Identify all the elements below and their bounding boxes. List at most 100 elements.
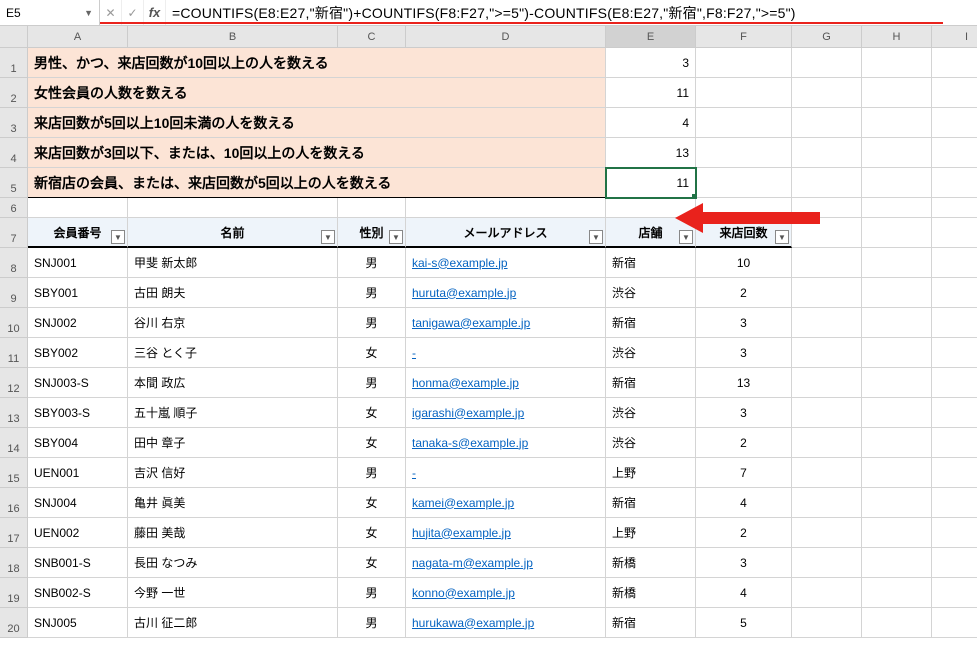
email-link[interactable]: honma@example.jp bbox=[412, 376, 519, 390]
cell[interactable]: 三谷 とく子 bbox=[128, 338, 338, 368]
cell[interactable]: UEN001 bbox=[28, 458, 128, 488]
cell[interactable]: 3 bbox=[696, 548, 792, 578]
cell[interactable]: 11 bbox=[606, 168, 696, 198]
cell[interactable]: UEN002 bbox=[28, 518, 128, 548]
email-link[interactable]: - bbox=[412, 346, 416, 360]
cell[interactable] bbox=[792, 548, 862, 578]
cell[interactable] bbox=[696, 198, 792, 218]
cell[interactable] bbox=[862, 368, 932, 398]
cell[interactable] bbox=[932, 458, 977, 488]
cell[interactable] bbox=[862, 578, 932, 608]
cell[interactable] bbox=[792, 198, 862, 218]
cell[interactable] bbox=[792, 608, 862, 638]
col-header[interactable]: F bbox=[696, 26, 792, 48]
cell[interactable] bbox=[696, 168, 792, 198]
cell[interactable]: 本間 政広 bbox=[128, 368, 338, 398]
cell[interactable] bbox=[696, 108, 792, 138]
col-header[interactable]: A bbox=[28, 26, 128, 48]
cell[interactable]: 新宿 bbox=[606, 308, 696, 338]
cell[interactable] bbox=[792, 308, 862, 338]
cell[interactable] bbox=[862, 248, 932, 278]
cell[interactable] bbox=[932, 428, 977, 458]
cell[interactable]: 来店回数▼ bbox=[696, 218, 792, 248]
row-header[interactable]: 19 bbox=[0, 578, 27, 608]
cell[interactable] bbox=[862, 168, 932, 198]
cell[interactable]: 3 bbox=[696, 308, 792, 338]
cell[interactable]: SBY003-S bbox=[28, 398, 128, 428]
col-header[interactable]: G bbox=[792, 26, 862, 48]
cell[interactable] bbox=[862, 428, 932, 458]
row-header[interactable]: 2 bbox=[0, 78, 27, 108]
cell[interactable]: huruta@example.jp bbox=[406, 278, 606, 308]
cell[interactable]: 11 bbox=[606, 78, 696, 108]
cell[interactable] bbox=[862, 78, 932, 108]
cell[interactable] bbox=[792, 248, 862, 278]
cell[interactable]: 7 bbox=[696, 458, 792, 488]
cell[interactable]: 女 bbox=[338, 338, 406, 368]
cell[interactable] bbox=[128, 198, 338, 218]
email-link[interactable]: - bbox=[412, 466, 416, 480]
cell[interactable] bbox=[932, 518, 977, 548]
cell[interactable]: 会員番号▼ bbox=[28, 218, 128, 248]
cell[interactable] bbox=[862, 518, 932, 548]
cell[interactable]: 新宿 bbox=[606, 608, 696, 638]
cell[interactable] bbox=[696, 48, 792, 78]
name-box[interactable]: E5 ▼ bbox=[0, 0, 100, 25]
cell[interactable]: igarashi@example.jp bbox=[406, 398, 606, 428]
cell[interactable]: 男 bbox=[338, 578, 406, 608]
cell[interactable]: SNB002-S bbox=[28, 578, 128, 608]
filter-dropdown-icon[interactable]: ▼ bbox=[679, 230, 693, 244]
cell[interactable]: 藤田 美哉 bbox=[128, 518, 338, 548]
col-header[interactable]: D bbox=[406, 26, 606, 48]
cell[interactable]: kamei@example.jp bbox=[406, 488, 606, 518]
formula-input[interactable]: =COUNTIFS(E8:E27,"新宿")+COUNTIFS(F8:F27,"… bbox=[166, 1, 977, 25]
email-link[interactable]: nagata-m@example.jp bbox=[412, 556, 533, 570]
cell[interactable]: 上野 bbox=[606, 518, 696, 548]
cell[interactable]: 男 bbox=[338, 608, 406, 638]
cell[interactable]: hurukawa@example.jp bbox=[406, 608, 606, 638]
cell[interactable]: 男 bbox=[338, 368, 406, 398]
summary-label[interactable]: 来店回数が3回以下、または、10回以上の人を数える bbox=[28, 138, 606, 168]
cell[interactable]: 女 bbox=[338, 518, 406, 548]
row-header[interactable]: 3 bbox=[0, 108, 27, 138]
cell[interactable] bbox=[792, 168, 862, 198]
cell[interactable]: 女 bbox=[338, 548, 406, 578]
cell[interactable] bbox=[792, 78, 862, 108]
email-link[interactable]: tanigawa@example.jp bbox=[412, 316, 530, 330]
filter-dropdown-icon[interactable]: ▼ bbox=[775, 230, 789, 244]
cell[interactable]: nagata-m@example.jp bbox=[406, 548, 606, 578]
cell[interactable] bbox=[792, 398, 862, 428]
cell[interactable]: 男 bbox=[338, 458, 406, 488]
cell[interactable] bbox=[862, 218, 932, 248]
cell[interactable]: 男 bbox=[338, 278, 406, 308]
row-header[interactable]: 10 bbox=[0, 308, 27, 338]
cell[interactable]: 男 bbox=[338, 308, 406, 338]
cell[interactable]: 女 bbox=[338, 428, 406, 458]
email-link[interactable]: kamei@example.jp bbox=[412, 496, 514, 510]
row-header[interactable]: 4 bbox=[0, 138, 27, 168]
cell[interactable] bbox=[696, 78, 792, 108]
email-link[interactable]: igarashi@example.jp bbox=[412, 406, 524, 420]
row-header[interactable]: 13 bbox=[0, 398, 27, 428]
col-header[interactable]: B bbox=[128, 26, 338, 48]
row-header[interactable]: 5 bbox=[0, 168, 27, 198]
email-link[interactable]: konno@example.jp bbox=[412, 586, 515, 600]
cell[interactable] bbox=[932, 398, 977, 428]
row-header[interactable]: 16 bbox=[0, 488, 27, 518]
email-link[interactable]: hujita@example.jp bbox=[412, 526, 511, 540]
cell[interactable]: honma@example.jp bbox=[406, 368, 606, 398]
cell[interactable] bbox=[862, 198, 932, 218]
cell[interactable]: 新橋 bbox=[606, 548, 696, 578]
cell[interactable]: 性別▼ bbox=[338, 218, 406, 248]
cell[interactable] bbox=[338, 198, 406, 218]
cell[interactable]: 古田 朗夫 bbox=[128, 278, 338, 308]
cell[interactable] bbox=[862, 278, 932, 308]
cell[interactable]: SNJ002 bbox=[28, 308, 128, 338]
row-header[interactable]: 7 bbox=[0, 218, 27, 248]
cell[interactable]: 10 bbox=[696, 248, 792, 278]
cell[interactable] bbox=[932, 278, 977, 308]
cell[interactable]: 長田 なつみ bbox=[128, 548, 338, 578]
summary-label[interactable]: 来店回数が5回以上10回未満の人を数える bbox=[28, 108, 606, 138]
row-header[interactable]: 11 bbox=[0, 338, 27, 368]
filter-dropdown-icon[interactable]: ▼ bbox=[589, 230, 603, 244]
